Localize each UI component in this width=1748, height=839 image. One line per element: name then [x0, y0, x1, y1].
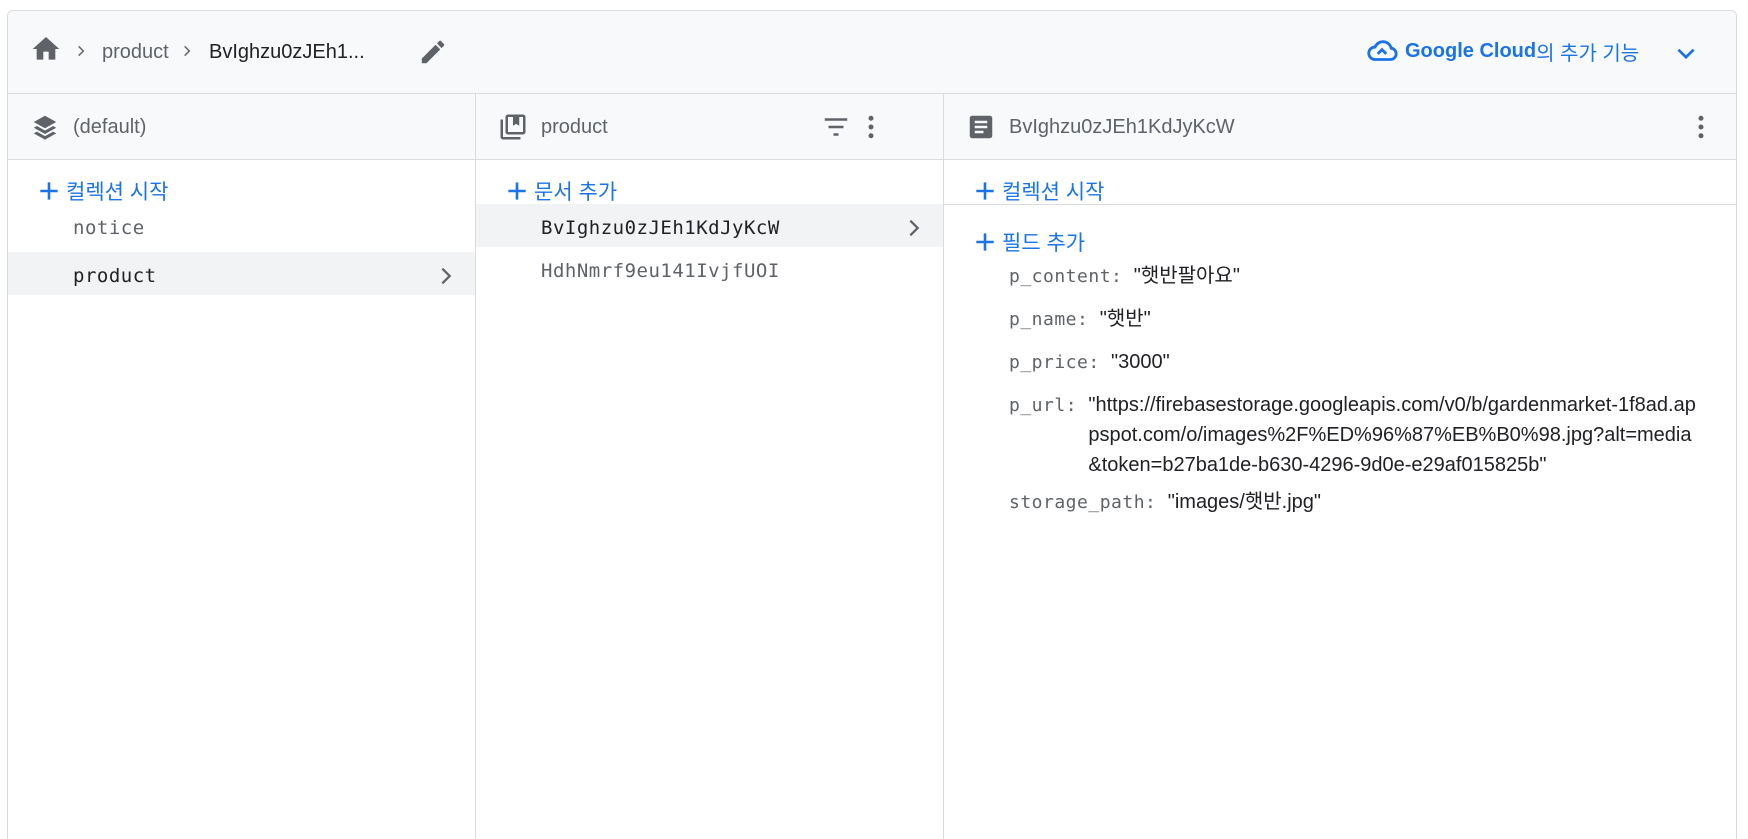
- cloud-icon: [1367, 40, 1398, 61]
- field-key: p_url: [1009, 395, 1066, 416]
- collection-title: product: [541, 116, 608, 138]
- list-item[interactable]: BvIghzu0zJEh1KdJyKcW: [476, 204, 943, 247]
- database-icon: [33, 115, 57, 140]
- document-id: HdhNmrf9eu141IvjfUOI: [541, 260, 780, 282]
- start-collection-label: 컬렉션 시작: [66, 181, 169, 204]
- database-column-header: (default): [8, 94, 475, 160]
- breadcrumb-collection[interactable]: product: [102, 41, 169, 64]
- plus-icon: [976, 233, 994, 251]
- document-column: BvIghzu0zJEh1KdJyKcW 컬렉션 시작 필드 추가 p_cont…: [944, 94, 1736, 839]
- more-vert-icon[interactable]: [1686, 112, 1716, 142]
- chevron-right-icon: [184, 45, 191, 57]
- home-icon[interactable]: [30, 33, 62, 65]
- field-row[interactable]: storage_path: "images/햇반.jpg": [1009, 487, 1321, 518]
- plus-icon: [40, 182, 58, 200]
- field-value: "https://firebasestorage.googleapis.com/…: [1088, 394, 1696, 476]
- field-value: "햇반": [1099, 308, 1151, 330]
- field-key: p_content: [1009, 266, 1112, 287]
- google-cloud-extensions-link[interactable]: Google Cloud 의 추가 기능: [1365, 35, 1639, 67]
- start-subcollection-label: 컬렉션 시작: [1002, 181, 1105, 204]
- field-row[interactable]: p_url: "https://firebasestorage.googleap…: [1009, 390, 1698, 480]
- divider: [944, 204, 1736, 205]
- breadcrumb-bar: product BvIghzu0zJEh1... Google Cloud 의 추…: [8, 11, 1736, 94]
- chevron-right-icon: [909, 219, 920, 237]
- field-row[interactable]: p_name: "햇반": [1009, 304, 1151, 335]
- field-key: storage_path: [1009, 492, 1146, 513]
- field-key: p_price: [1009, 352, 1089, 373]
- field-value: "images/햇반.jpg": [1167, 491, 1322, 513]
- document-id: BvIghzu0zJEh1KdJyKcW: [541, 217, 780, 239]
- field-row[interactable]: p_price: "3000": [1009, 347, 1170, 378]
- start-collection-button[interactable]: 컬렉션 시작: [36, 174, 168, 208]
- plus-icon: [508, 182, 526, 200]
- more-vert-icon[interactable]: [856, 112, 886, 142]
- google-cloud-suffix: 의 추가 기능: [1536, 42, 1640, 65]
- document-column-header: BvIghzu0zJEh1KdJyKcW: [944, 94, 1736, 160]
- chevron-down-icon[interactable]: [1673, 41, 1699, 67]
- collection-column-header: product: [476, 94, 943, 160]
- list-item[interactable]: product: [8, 252, 475, 295]
- document-list: BvIghzu0zJEh1KdJyKcW HdhNmrf9eu141IvjfUO…: [476, 204, 943, 295]
- add-field-button[interactable]: 필드 추가: [972, 225, 1085, 259]
- add-field-label: 필드 추가: [1002, 232, 1086, 255]
- field-value: "햇반팔아요": [1133, 265, 1240, 287]
- collection-name: notice: [73, 217, 145, 239]
- field-key: p_name: [1009, 309, 1078, 330]
- chevron-right-icon: [78, 45, 85, 57]
- chevron-right-icon: [441, 267, 452, 285]
- field-value: "3000": [1111, 351, 1170, 373]
- list-item[interactable]: HdhNmrf9eu141IvjfUOI: [476, 247, 943, 295]
- collection-name: product: [73, 265, 157, 287]
- database-column: (default) 컬렉션 시작 notice product: [8, 94, 476, 839]
- document-icon: [969, 115, 993, 139]
- field-row[interactable]: p_content: "햇반팔아요": [1009, 261, 1240, 292]
- document-title: BvIghzu0zJEh1KdJyKcW: [1009, 116, 1235, 138]
- list-item[interactable]: notice: [8, 204, 475, 252]
- plus-icon: [976, 182, 994, 200]
- google-cloud-brand: Google Cloud: [1405, 39, 1537, 62]
- breadcrumb-document[interactable]: BvIghzu0zJEh1...: [209, 41, 365, 64]
- collection-column: product 문서 추가 BvIghzu0zJEh1KdJyKcW HdhNm…: [476, 94, 944, 839]
- filter-icon[interactable]: [821, 112, 851, 142]
- add-document-label: 문서 추가: [534, 181, 618, 204]
- start-subcollection-button[interactable]: 컬렉션 시작: [972, 174, 1104, 208]
- firestore-panel: product BvIghzu0zJEh1... Google Cloud 의 추…: [7, 10, 1737, 839]
- collection-list: notice product: [8, 204, 475, 295]
- collection-icon: [500, 114, 526, 140]
- edit-path-icon[interactable]: [418, 37, 448, 67]
- database-title: (default): [73, 116, 147, 138]
- add-document-button[interactable]: 문서 추가: [504, 174, 617, 208]
